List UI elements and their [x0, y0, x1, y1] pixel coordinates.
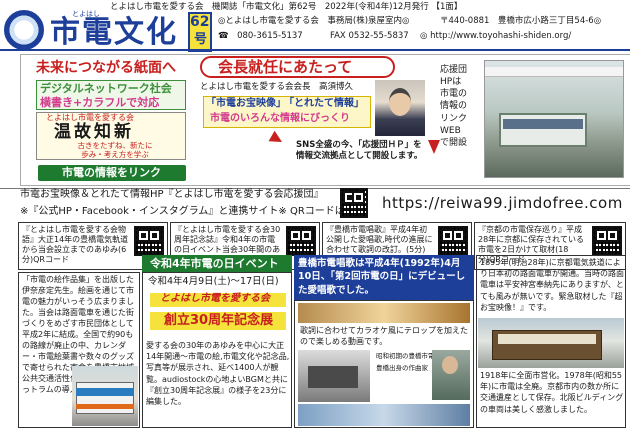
song-title: 豊橋市電唱歌は平成4年(1992年)4月10日、「第2回市電の日」にデビューした…	[298, 258, 466, 296]
event-title: 令和4年市電の日イベント	[150, 257, 279, 270]
tel-number: ☎ 080-3615-5137	[218, 31, 303, 41]
event-date: 令和4年4月9日(土)〜17日(日)	[148, 276, 279, 287]
logo-emblem	[4, 10, 44, 50]
tag-surprise: 市電のいろんな情報にびっくり	[210, 113, 350, 124]
video-qr-4[interactable]	[592, 226, 622, 256]
tag-fresh: 「とれたて情報」	[284, 98, 364, 109]
badge-org: とよはし市電を愛する会	[160, 293, 270, 304]
header-top-line: とよはし市電を愛する会 機関誌「市電文化」第62号 2022年(令和4年)12月…	[110, 2, 463, 12]
issue-number: 62	[190, 14, 210, 30]
tram-photo-top	[484, 60, 624, 178]
right-text: 応援団 HPは 市電の 情報の リンク WEB で開設	[440, 65, 468, 148]
logo-title: 市電文化	[50, 15, 178, 50]
header-rule	[0, 49, 630, 51]
col2-text: 愛する会の30年のあゆみを中心に大正14年開通～市電の絵,市電文化や記念品,写真…	[146, 341, 290, 406]
video-qr-3[interactable]	[438, 226, 468, 256]
hp-url[interactable]: https://reiwa99.jimdofree.com	[382, 194, 623, 213]
composer-photo	[432, 350, 470, 400]
hp-line1: 市電お宝映像＆とれたて情報HP『とよはし市電を愛する会応援団』	[20, 189, 324, 200]
old-tram-caption: 昭和初期の豊橋市電	[376, 352, 435, 360]
video-box-1-text: 『とよはし市電を愛する会物語』大正14年の豊橋電気軌道から当会設立までのあゆみ(…	[22, 225, 129, 264]
sns-note: SNS全盛の今、「応援団ＨＰ」を 情報交流拠点として開設します。	[296, 140, 423, 161]
col4-bottom: 1918年に全面市営化。1978年(昭和55年)に市電は全廃。京都市内の数か所に…	[480, 371, 624, 414]
president-name: とよはし市電を愛する会会長 高須博久	[200, 82, 354, 92]
old-tram-photo	[298, 350, 370, 402]
tag-treasure: 「市電お宝映像」	[206, 98, 286, 109]
composer-caption: 豊橋出身の作曲家	[376, 364, 428, 372]
hp-line2: ※『公式HP・Facebook・インスタグラム』と連携サイト※ QRコードは	[20, 206, 345, 217]
badge-anniv: 創立30周年記念展	[164, 313, 274, 328]
video-qr-2[interactable]	[286, 226, 316, 256]
website-url[interactable]: ◎ http://www.toyohashi-shiden.org/	[420, 31, 571, 42]
banner-slogan: 未来につながる紙面へ	[36, 60, 176, 76]
link-banner-text: 市電の情報をリンク	[62, 166, 161, 179]
red-arrow-down-icon	[428, 140, 440, 154]
video-qr-1[interactable]	[134, 226, 164, 256]
org-name: ◎とよはし市電を愛する会 事務局(株)泉屋室内◎	[218, 16, 410, 26]
digital-line1: デジタルネットワーク社会	[40, 82, 172, 95]
president-photo	[375, 80, 425, 136]
fax-number: FAX 0532-55-5837	[330, 31, 409, 41]
onkochishin-sub: 古きをたずね、新たに 歩み・考え方を学ぶ	[77, 141, 153, 160]
hp-qr-code[interactable]	[340, 188, 368, 218]
postal-address: 〒440-0881 豊橋市広小路三丁目54-6◎	[440, 16, 602, 26]
greeting-title: 会長就任にあたって	[218, 58, 353, 76]
col3-text: 歌詞に合わせてカラオケ風にテロップを加えたので楽しめる動画です。	[300, 326, 468, 346]
kyoto-tram-photo	[478, 318, 624, 368]
digital-line2: 横書き+カラフルで対応	[40, 96, 160, 109]
issue-suffix: 号	[194, 32, 208, 47]
song-photo-top	[298, 303, 470, 323]
song-photo-bottom	[298, 404, 470, 426]
col4-text: 1895年(明治28年)に京都電気鉄道により日本初の路面電車が開通。当時の路面電…	[480, 258, 624, 312]
hottram-photo	[72, 366, 138, 426]
